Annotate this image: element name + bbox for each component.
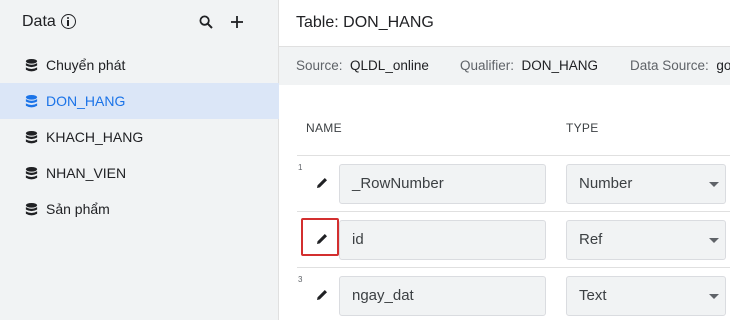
column-type-value: Ref xyxy=(579,231,603,248)
qualifier-label: Qualifier: xyxy=(460,58,515,73)
database-icon xyxy=(25,58,38,71)
sidebar-item-nhan-vien[interactable]: NHAN_VIEN xyxy=(0,155,279,191)
column-type-value: Text xyxy=(579,287,607,304)
sidebar-item-label: NHAN_VIEN xyxy=(46,165,127,181)
sidebar-item-khach-hang[interactable]: KHACH_HANG xyxy=(0,119,279,155)
column-type-value: Number xyxy=(579,175,633,192)
pencil-icon xyxy=(317,178,327,188)
sidebar: Data Chuyển phát DON_HANG KHACH_HANG NHA… xyxy=(0,0,279,320)
datasource-value: go xyxy=(716,58,730,73)
sidebar-item-label: Chuyển phát xyxy=(46,57,126,73)
datasource-meta: Data Source: go xyxy=(630,58,730,73)
table-list: Chuyển phát DON_HANG KHACH_HANG NHAN_VIE… xyxy=(0,47,279,227)
sidebar-item-don-hang[interactable]: DON_HANG xyxy=(0,83,279,119)
info-icon[interactable] xyxy=(61,14,76,29)
sidebar-item-label: KHACH_HANG xyxy=(46,129,144,145)
database-icon xyxy=(25,166,38,179)
table-header: Table: DON_HANG xyxy=(279,0,730,47)
column-header-type: TYPE xyxy=(566,121,599,135)
row-number: 1 xyxy=(298,163,303,172)
column-type-select[interactable]: Number xyxy=(566,164,726,204)
column-name-field[interactable]: _RowNumber xyxy=(339,164,546,204)
qualifier-meta: Qualifier: DON_HANG xyxy=(460,58,598,73)
sidebar-item-label: DON_HANG xyxy=(46,93,126,109)
page-title: Table: DON_HANG xyxy=(296,14,434,31)
qualifier-value: DON_HANG xyxy=(521,58,599,73)
column-type-select[interactable]: Ref xyxy=(566,220,726,260)
sidebar-title: Data xyxy=(22,13,56,30)
datasource-label: Data Source: xyxy=(630,58,709,73)
row-number: 3 xyxy=(298,275,303,284)
chevron-down-icon xyxy=(709,294,719,299)
source-label: Source: xyxy=(296,58,343,73)
divider xyxy=(297,211,730,212)
database-icon xyxy=(25,202,38,215)
sidebar-item-label: Sản phẩm xyxy=(46,201,110,217)
table-meta-bar: Source: QLDL_online Qualifier: DON_HANG … xyxy=(279,47,730,85)
sidebar-item-chuyen-phat[interactable]: Chuyển phát xyxy=(0,47,279,83)
edit-column-button[interactable] xyxy=(311,172,333,194)
sidebar-header: Data xyxy=(0,0,279,44)
source-value: QLDL_online xyxy=(350,58,429,73)
column-type-select[interactable]: Text xyxy=(566,276,726,316)
table-editor: Table: DON_HANG Source: QLDL_online Qual… xyxy=(279,0,730,320)
source-meta: Source: QLDL_online xyxy=(296,58,429,73)
edit-column-button[interactable] xyxy=(311,284,333,306)
chevron-down-icon xyxy=(709,238,719,243)
database-icon xyxy=(25,130,38,143)
divider xyxy=(297,155,730,156)
search-icon[interactable] xyxy=(199,15,213,29)
add-icon[interactable] xyxy=(230,15,244,29)
column-header-name: NAME xyxy=(306,121,342,135)
database-icon xyxy=(25,94,38,107)
sidebar-item-san-pham[interactable]: Sản phẩm xyxy=(0,191,279,227)
highlight-box xyxy=(301,218,339,256)
divider xyxy=(297,267,730,268)
column-name-field[interactable]: ngay_dat xyxy=(339,276,546,316)
chevron-down-icon xyxy=(709,182,719,187)
pencil-icon xyxy=(317,290,327,300)
column-name-field[interactable]: id xyxy=(339,220,546,260)
